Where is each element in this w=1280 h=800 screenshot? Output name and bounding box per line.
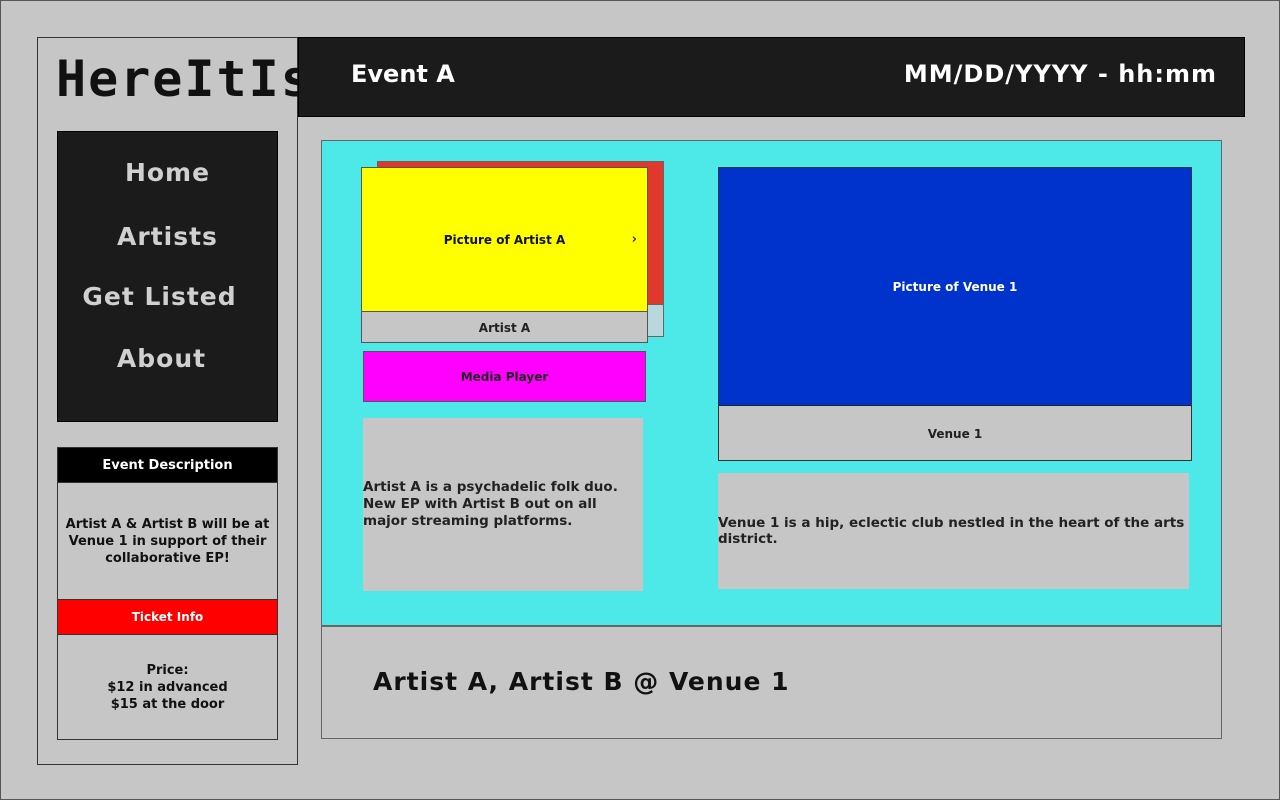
main-nav: Home Artists Get Listed About [57, 131, 278, 422]
event-description-text: Artist A & Artist B will be at Venue 1 i… [58, 483, 277, 600]
chevron-right-icon[interactable]: › [632, 232, 637, 247]
event-datetime: MM/DD/YYYY - hh:mm [903, 60, 1217, 88]
event-description-heading: Event Description [58, 448, 277, 483]
event-details-panel: Picture of Artist A › Artist A Media Pla… [321, 140, 1222, 626]
event-description-panel: Event Description Artist A & Artist B wi… [57, 447, 278, 740]
venue-bio: Venue 1 is a hip, eclectic club nestled … [718, 473, 1189, 589]
media-player[interactable]: Media Player [363, 351, 646, 402]
ticket-price-info: Price: $12 in advanced $15 at the door [58, 635, 277, 739]
ticket-info-button[interactable]: Ticket Info [58, 600, 277, 635]
artist-name: Artist A [478, 320, 531, 335]
nav-item-about[interactable]: About [52, 344, 271, 373]
page: HereItIs Home Artists Get Listed About E… [0, 0, 1280, 800]
artist-picture: Picture of Artist A › [362, 168, 647, 312]
artist-picture-label: Picture of Artist A [443, 232, 566, 247]
sidebar: HereItIs Home Artists Get Listed About E… [37, 37, 311, 765]
event-title: Event A [351, 60, 455, 88]
venue-name: Venue 1 [927, 426, 983, 441]
venue-picture: Picture of Venue 1 [719, 168, 1191, 406]
artist-bio-text: Artist A is a psychadelic folk duo. New … [363, 479, 618, 529]
price-door: $15 at the door [110, 696, 225, 712]
nav-item-get-listed[interactable]: Get Listed [50, 282, 269, 311]
nav-item-home[interactable]: Home [58, 158, 277, 187]
venue-bio-text: Venue 1 is a hip, eclectic club nestled … [718, 515, 1185, 547]
artist-bio: Artist A is a psychadelic folk duo. New … [363, 418, 643, 591]
venue-card[interactable]: Picture of Venue 1 Venue 1 [718, 167, 1192, 461]
event-header: Event A MM/DD/YYYY - hh:mm [298, 37, 1245, 117]
app-logo[interactable]: HereItIs [56, 50, 313, 108]
nav-item-artists[interactable]: Artists [58, 222, 277, 251]
price-label: Price: [146, 662, 189, 678]
price-advanced: $12 in advanced [107, 679, 228, 695]
artist-card[interactable]: Picture of Artist A › Artist A [361, 167, 648, 343]
lineup-text: Artist A, Artist B @ Venue 1 [373, 667, 790, 696]
lineup-footer: Artist A, Artist B @ Venue 1 [321, 626, 1222, 739]
